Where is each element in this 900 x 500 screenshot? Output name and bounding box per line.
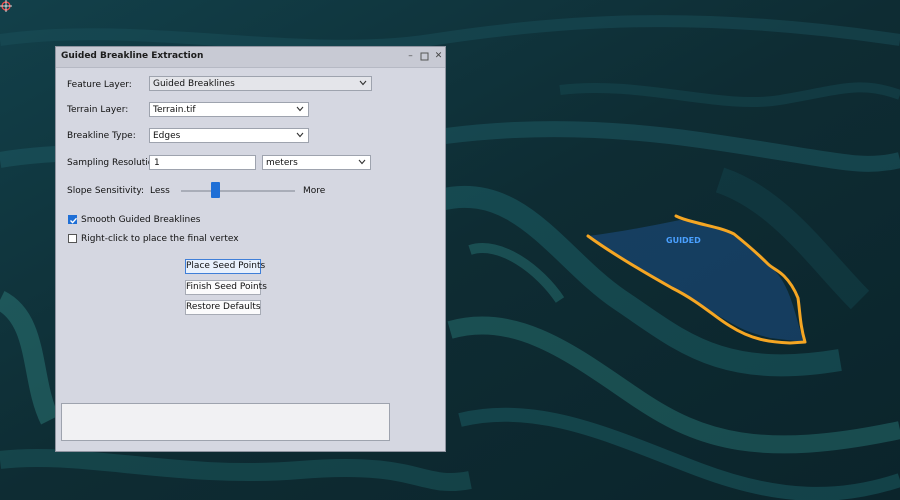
smooth-breaklines-label[interactable]: Smooth Guided Breaklines: [81, 215, 200, 225]
place-seed-points-button[interactable]: Place Seed Points: [185, 259, 265, 274]
maximize-icon[interactable]: [419, 50, 430, 63]
feature-layer-select[interactable]: Guided Breaklines: [149, 76, 372, 91]
chevron-down-icon: [359, 80, 367, 86]
slope-sensitivity-slider[interactable]: [181, 190, 295, 192]
close-icon[interactable]: ✕: [433, 50, 444, 63]
right-click-final-checkbox[interactable]: [68, 234, 77, 243]
dialog-titlebar[interactable]: Guided Breakline Extraction – ✕: [56, 47, 445, 68]
sampling-resolution-value: 1: [154, 158, 160, 168]
slope-sensitivity-thumb[interactable]: [210, 182, 220, 198]
slope-sensitivity-label: Slope Sensitivity:: [67, 186, 145, 196]
feature-label: GUIDED: [666, 236, 701, 245]
smooth-breaklines-checkbox[interactable]: [68, 215, 78, 224]
breakline-type-label: Breakline Type:: [67, 131, 136, 141]
dialog-title: Guided Breakline Extraction: [61, 51, 204, 61]
feature-layer-label: Feature Layer:: [67, 80, 132, 90]
restore-defaults-button[interactable]: Restore Defaults: [185, 300, 261, 315]
seed-point-target-icon[interactable]: [0, 0, 12, 12]
right-click-final-label[interactable]: Right-click to place the final vertex: [81, 234, 239, 244]
feature-layer-value: Guided Breaklines: [153, 79, 235, 89]
slope-less-label: Less: [150, 186, 170, 196]
breakline-type-value: Edges: [153, 131, 181, 141]
check-icon: [70, 217, 78, 224]
sampling-unit-select[interactable]: meters: [262, 155, 371, 170]
terrain-layer-value: Terrain.tif: [153, 105, 196, 115]
message-area[interactable]: [61, 403, 390, 441]
chevron-down-icon: [358, 159, 366, 165]
terrain-layer-label: Terrain Layer:: [67, 105, 129, 115]
sampling-resolution-input[interactable]: 1: [149, 155, 256, 170]
guided-breakline-dialog: Guided Breakline Extraction – ✕ Feature …: [55, 46, 446, 452]
sampling-unit-value: meters: [266, 158, 298, 168]
slope-more-label: More: [303, 186, 326, 196]
breakline-type-select[interactable]: Edges: [149, 128, 309, 143]
minimize-icon[interactable]: –: [405, 50, 416, 63]
terrain-layer-select[interactable]: Terrain.tif: [149, 102, 309, 117]
chevron-down-icon: [296, 132, 304, 138]
sampling-resolution-label: Sampling Resolution:: [67, 158, 163, 168]
finish-seed-points-button[interactable]: Finish Seed Points: [185, 280, 267, 295]
chevron-down-icon: [296, 106, 304, 112]
